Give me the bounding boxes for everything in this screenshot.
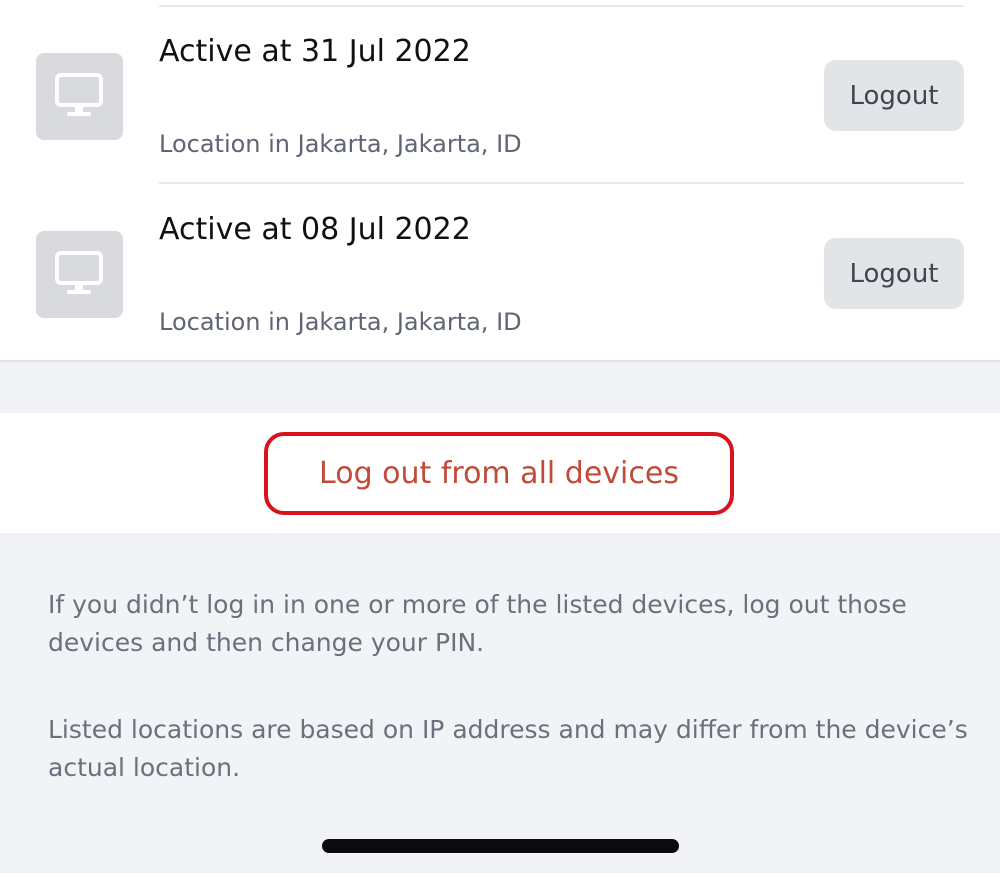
device-session-list: Active at 31 Jul 2022 Location in Jakart… xyxy=(0,0,1000,362)
session-location: Location in Jakarta, Jakarta, ID xyxy=(159,308,522,336)
desktop-monitor-icon xyxy=(55,251,103,294)
logout-button[interactable]: Logout xyxy=(824,60,964,131)
logout-all-devices-button[interactable]: Log out from all devices xyxy=(264,432,734,515)
logout-all-panel: Log out from all devices xyxy=(0,413,1000,533)
divider xyxy=(159,182,964,184)
device-tile xyxy=(36,53,123,140)
device-tile xyxy=(36,231,123,318)
session-active-date: Active at 08 Jul 2022 xyxy=(159,212,471,247)
location-disclaimer: Listed locations are based on IP address… xyxy=(48,715,968,782)
logout-button[interactable]: Logout xyxy=(824,238,964,309)
session-row: Active at 31 Jul 2022 Location in Jakart… xyxy=(0,7,1000,177)
desktop-monitor-icon xyxy=(55,73,103,116)
security-note: If you didn’t log in in one or more of t… xyxy=(48,590,907,657)
home-indicator[interactable] xyxy=(322,839,679,853)
session-location: Location in Jakarta, Jakarta, ID xyxy=(159,130,522,158)
session-row: Active at 08 Jul 2022 Location in Jakart… xyxy=(0,185,1000,355)
session-active-date: Active at 31 Jul 2022 xyxy=(159,34,471,69)
